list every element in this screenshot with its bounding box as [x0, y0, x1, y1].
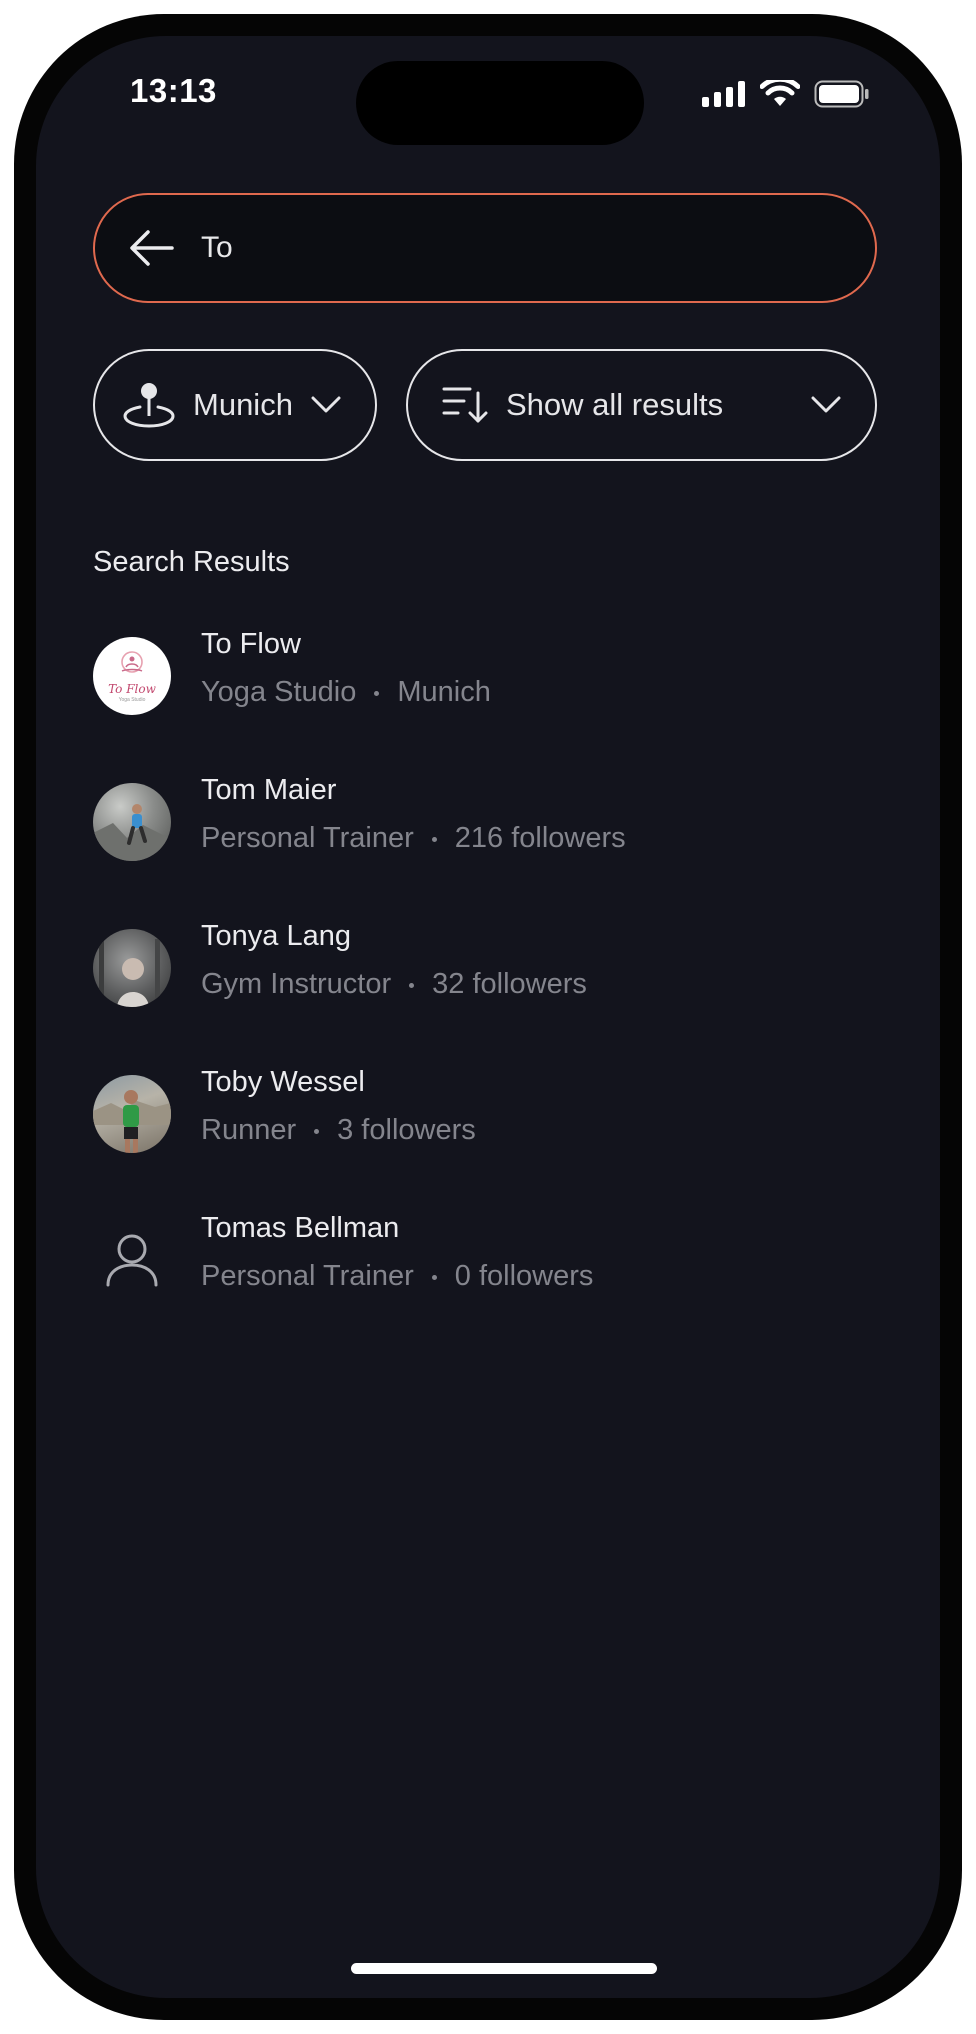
status-icons	[702, 80, 870, 108]
avatar	[93, 783, 171, 861]
avatar	[93, 929, 171, 1007]
sort-filter-label: Show all results	[506, 387, 724, 422]
cellular-signal-icon	[702, 81, 745, 107]
list-item[interactable]: To Flow Yoga Studio To Flow Yoga Studio M…	[93, 624, 883, 770]
result-category: Yoga Studio	[201, 676, 357, 708]
result-category: Personal Trainer	[201, 822, 414, 854]
result-detail: 216 followers	[454, 822, 626, 854]
result-info: Tom Maier Personal Trainer 216 followers	[201, 770, 626, 858]
separator-dot	[431, 836, 437, 842]
result-meta: Runner 3 followers	[201, 1110, 476, 1150]
list-item[interactable]: Toby Wessel Runner 3 followers	[93, 1062, 883, 1208]
list-item[interactable]: Tom Maier Personal Trainer 216 followers	[93, 770, 883, 916]
screen: 13:13 To Munich Show all results Search …	[36, 36, 940, 1998]
result-meta: Gym Instructor 32 followers	[201, 964, 587, 1004]
result-name: Tomas Bellman	[201, 1212, 400, 1244]
avatar-logo-text: To Flow	[108, 682, 156, 696]
battery-icon	[814, 80, 869, 108]
search-input[interactable]	[199, 230, 803, 266]
yoga-logo-icon	[121, 651, 143, 673]
location-filter-dropdown[interactable]: Munich	[93, 349, 377, 461]
list-item[interactable]: Tomas Bellman Personal Trainer 0 follower…	[93, 1208, 883, 1354]
result-detail: 32 followers	[432, 968, 587, 1000]
result-category: Personal Trainer	[201, 1260, 414, 1292]
result-category: Runner	[201, 1114, 297, 1146]
separator-dot	[314, 1128, 320, 1134]
result-meta: Yoga Studio Munich	[201, 672, 491, 712]
result-name: To Flow	[201, 628, 301, 660]
user-icon	[106, 1234, 158, 1287]
sort-filter-dropdown[interactable]: Show all results	[406, 349, 877, 461]
avatar	[93, 1075, 171, 1153]
climber-photo-icon	[93, 804, 171, 861]
location-pin-icon	[123, 383, 175, 428]
sort-icon	[442, 387, 488, 423]
dynamic-island	[356, 61, 644, 145]
result-category: Gym Instructor	[201, 968, 392, 1000]
result-detail: Munich	[397, 676, 491, 708]
search-bar	[93, 193, 877, 303]
result-detail: 3 followers	[337, 1114, 476, 1146]
list-item[interactable]: Tonya Lang Gym Instructor 32 followers	[93, 916, 883, 1062]
separator-dot	[374, 690, 380, 696]
chevron-down-icon	[811, 396, 841, 413]
gym-photo-icon	[99, 937, 160, 1007]
result-info: To Flow Yoga Studio Munich	[201, 624, 491, 712]
avatar-logo-subtext: Yoga Studio	[118, 697, 146, 703]
result-name: Toby Wessel	[201, 1066, 365, 1098]
result-meta: Personal Trainer 216 followers	[201, 818, 626, 858]
chevron-down-icon	[311, 396, 341, 413]
phone-frame: 13:13 To Munich Show all results Search …	[14, 14, 962, 2020]
search-results-list: To Flow Yoga Studio To Flow Yoga Studio M…	[93, 624, 883, 1354]
result-name: Tonya Lang	[201, 920, 351, 952]
result-detail: 0 followers	[454, 1260, 594, 1292]
separator-dot	[431, 1274, 437, 1280]
search-results-heading: Search Results	[93, 546, 290, 578]
result-meta: Personal Trainer 0 followers	[201, 1256, 593, 1296]
runner-photo-icon	[93, 1090, 171, 1153]
wifi-icon	[760, 80, 800, 106]
result-info: Toby Wessel Runner 3 followers	[201, 1062, 476, 1150]
status-time: 13:13	[130, 72, 217, 109]
result-name: Tom Maier	[201, 774, 337, 806]
result-info: Tomas Bellman Personal Trainer 0 follower…	[201, 1208, 593, 1296]
back-button[interactable]	[127, 223, 177, 273]
location-filter-label: Munich	[193, 387, 293, 422]
result-info: Tonya Lang Gym Instructor 32 followers	[201, 916, 587, 1004]
avatar-placeholder	[93, 1221, 171, 1299]
home-indicator[interactable]	[351, 1963, 657, 1974]
arrow-left-icon	[130, 230, 174, 266]
separator-dot	[409, 982, 415, 988]
avatar: To Flow Yoga Studio	[93, 637, 171, 715]
